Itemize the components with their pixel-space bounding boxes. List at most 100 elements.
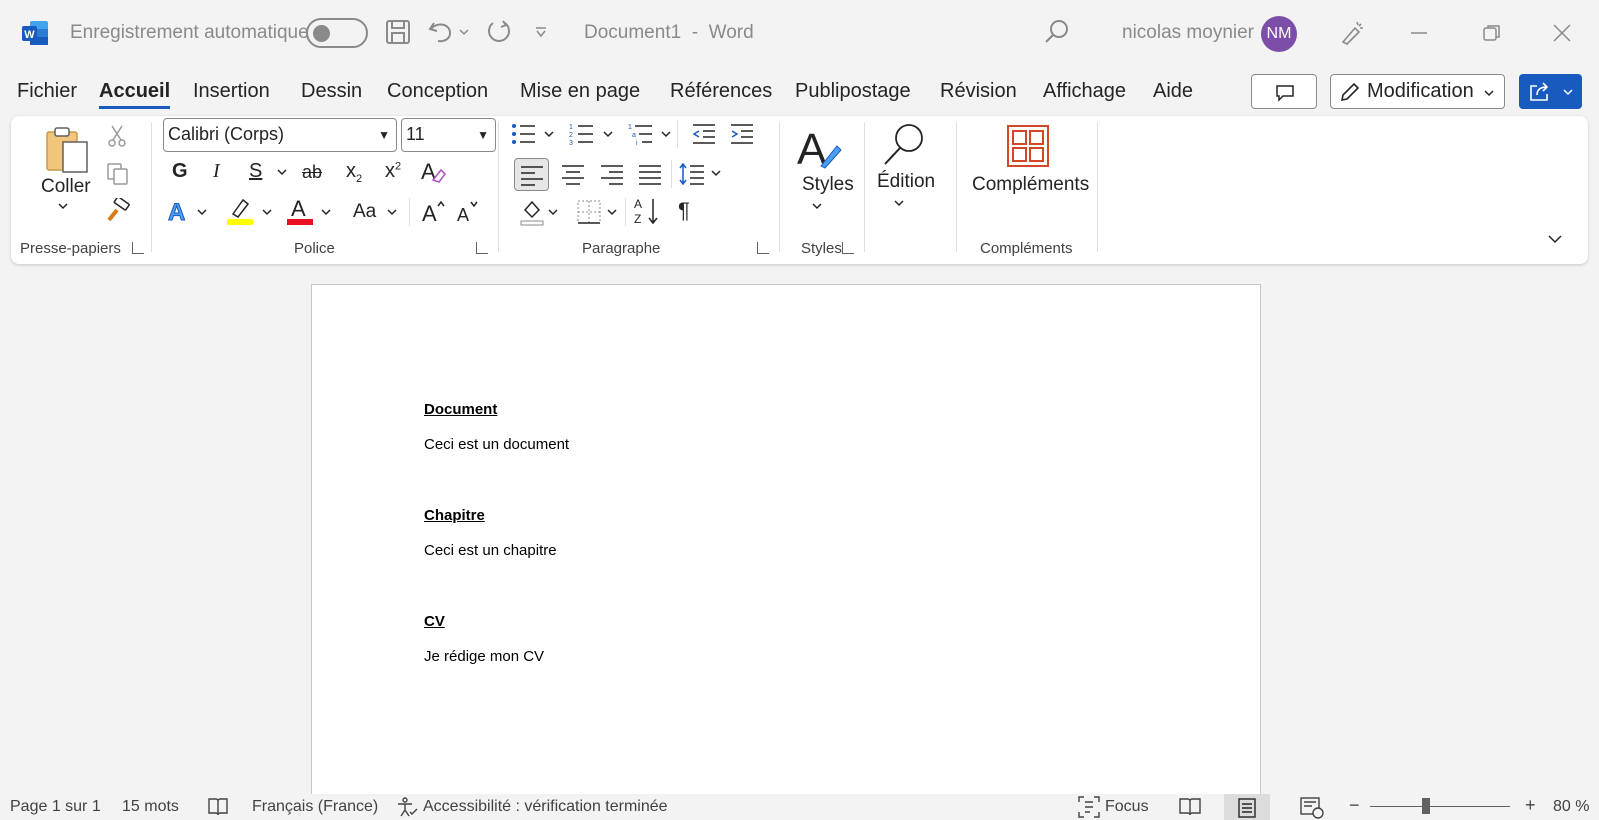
styles-dropdown-icon[interactable] (812, 202, 822, 210)
shading-dropdown-icon[interactable] (548, 208, 558, 216)
format-painter-icon[interactable] (105, 198, 131, 222)
font-launcher[interactable] (476, 242, 488, 254)
search-icon[interactable] (1043, 18, 1071, 46)
text-effects-icon[interactable]: A (166, 198, 192, 225)
tab-references[interactable]: Références (670, 80, 772, 103)
styles-label[interactable]: Styles (802, 174, 854, 196)
bullets-icon[interactable] (511, 122, 537, 146)
print-layout-button[interactable] (1224, 794, 1270, 820)
line-spacing-dropdown-icon[interactable] (711, 169, 721, 177)
undo-icon[interactable] (428, 19, 454, 45)
avatar[interactable]: NM (1261, 16, 1297, 52)
tab-aide[interactable]: Aide (1153, 80, 1193, 103)
italic-button[interactable]: I (213, 160, 220, 183)
shading-icon[interactable] (519, 198, 545, 226)
shrink-font-icon[interactable]: A (456, 198, 482, 224)
highlight-icon[interactable] (227, 196, 253, 226)
tab-revision[interactable]: Révision (940, 80, 1017, 103)
line-spacing-icon[interactable] (679, 161, 705, 187)
font-size-select[interactable]: 11 ▼ (401, 118, 496, 152)
font-name-select[interactable]: Calibri (Corps) ▼ (163, 118, 397, 152)
clear-formatting-icon[interactable]: A (419, 158, 447, 186)
highlight-dropdown-icon[interactable] (262, 208, 272, 216)
paste-icon[interactable] (45, 126, 91, 176)
numbering-icon[interactable]: 123 (569, 122, 595, 146)
zoom-level[interactable]: 80 % (1553, 798, 1589, 816)
edition-label[interactable]: Édition (877, 171, 935, 193)
read-mode-icon[interactable] (1178, 797, 1202, 817)
underline-dropdown-icon[interactable] (277, 168, 287, 176)
paste-dropdown-icon[interactable] (58, 202, 68, 210)
styles-launcher[interactable] (842, 242, 854, 254)
copy-icon[interactable] (106, 162, 130, 186)
zoom-out-button[interactable]: − (1349, 795, 1360, 816)
align-center-icon[interactable] (561, 163, 585, 185)
multilevel-list-icon[interactable]: 1ai (628, 122, 654, 146)
zoom-slider-track[interactable] (1370, 806, 1510, 807)
font-color-icon[interactable]: A (287, 196, 313, 226)
word-count[interactable]: 15 mots (122, 798, 179, 816)
align-right-icon[interactable] (600, 163, 624, 185)
redo-icon[interactable] (485, 19, 511, 45)
undo-dropdown-icon[interactable] (459, 28, 469, 36)
save-icon[interactable] (385, 19, 411, 45)
heading-cv[interactable]: CV (424, 613, 445, 630)
change-case-dropdown-icon[interactable] (387, 208, 397, 216)
clipboard-launcher[interactable] (132, 242, 144, 254)
tab-affichage[interactable]: Affichage (1043, 80, 1126, 103)
decrease-indent-icon[interactable] (691, 122, 717, 146)
borders-dropdown-icon[interactable] (607, 208, 617, 216)
pilcrow-icon[interactable]: ¶ (678, 198, 690, 224)
focus-label[interactable]: Focus (1105, 798, 1149, 816)
strikethrough-button[interactable]: ab (302, 162, 322, 183)
addins-icon[interactable] (1006, 124, 1050, 168)
multilevel-dropdown-icon[interactable] (661, 130, 671, 138)
collapse-ribbon-icon[interactable] (1548, 234, 1562, 244)
focus-icon[interactable] (1078, 796, 1100, 818)
comments-button[interactable] (1251, 74, 1317, 109)
heading-document[interactable]: Document (424, 401, 497, 418)
share-button[interactable] (1519, 74, 1582, 109)
paragraph-chapitre[interactable]: Ceci est un chapitre (424, 542, 557, 559)
customize-qat-icon[interactable] (534, 26, 548, 38)
bold-button[interactable]: G (172, 160, 188, 183)
accessibility-icon[interactable] (396, 796, 418, 818)
tab-mise-en-page[interactable]: Mise en page (520, 80, 640, 103)
minimize-icon[interactable] (1410, 31, 1428, 35)
paragraph-launcher[interactable] (757, 242, 769, 254)
underline-button[interactable]: S (249, 160, 262, 183)
text-effects-dropdown-icon[interactable] (197, 208, 207, 216)
zoom-in-button[interactable]: + (1525, 795, 1536, 816)
bullets-dropdown-icon[interactable] (544, 130, 554, 138)
close-icon[interactable] (1553, 24, 1571, 42)
page-count[interactable]: Page 1 sur 1 (10, 798, 101, 816)
tab-accueil[interactable]: Accueil (99, 80, 171, 109)
styles-icon[interactable]: A (797, 124, 845, 172)
tab-insertion[interactable]: Insertion (193, 80, 270, 103)
align-left-button[interactable] (514, 158, 549, 191)
numbering-dropdown-icon[interactable] (603, 130, 613, 138)
proofing-icon[interactable] (207, 797, 229, 817)
editing-mode-button[interactable]: Modification (1330, 74, 1505, 109)
autosave-toggle[interactable] (306, 18, 368, 48)
tab-fichier[interactable]: Fichier (17, 80, 77, 103)
grow-font-icon[interactable]: A (421, 198, 447, 224)
web-layout-icon[interactable] (1300, 797, 1324, 819)
zoom-slider-thumb[interactable] (1422, 798, 1430, 814)
font-color-dropdown-icon[interactable] (321, 208, 331, 216)
tab-conception[interactable]: Conception (387, 80, 488, 103)
edition-dropdown-icon[interactable] (894, 199, 904, 207)
document-page[interactable]: Document Ceci est un document Chapitre C… (311, 284, 1261, 794)
change-case-button[interactable]: Aa (353, 201, 376, 223)
paragraph-cv[interactable]: Je rédige mon CV (424, 648, 544, 665)
accessibility-status[interactable]: Accessibilité : vérification terminée (423, 798, 668, 816)
user-name[interactable]: nicolas moynier (1122, 22, 1254, 44)
tab-publipostage[interactable]: Publipostage (795, 80, 911, 103)
superscript-button[interactable]: x2 (385, 160, 401, 183)
paragraph-document[interactable]: Ceci est un document (424, 436, 569, 453)
increase-indent-icon[interactable] (729, 122, 755, 146)
language[interactable]: Français (France) (252, 798, 378, 816)
paste-label[interactable]: Coller (41, 176, 91, 198)
tab-dessin[interactable]: Dessin (301, 80, 362, 103)
addins-label[interactable]: Compléments (972, 174, 1089, 196)
